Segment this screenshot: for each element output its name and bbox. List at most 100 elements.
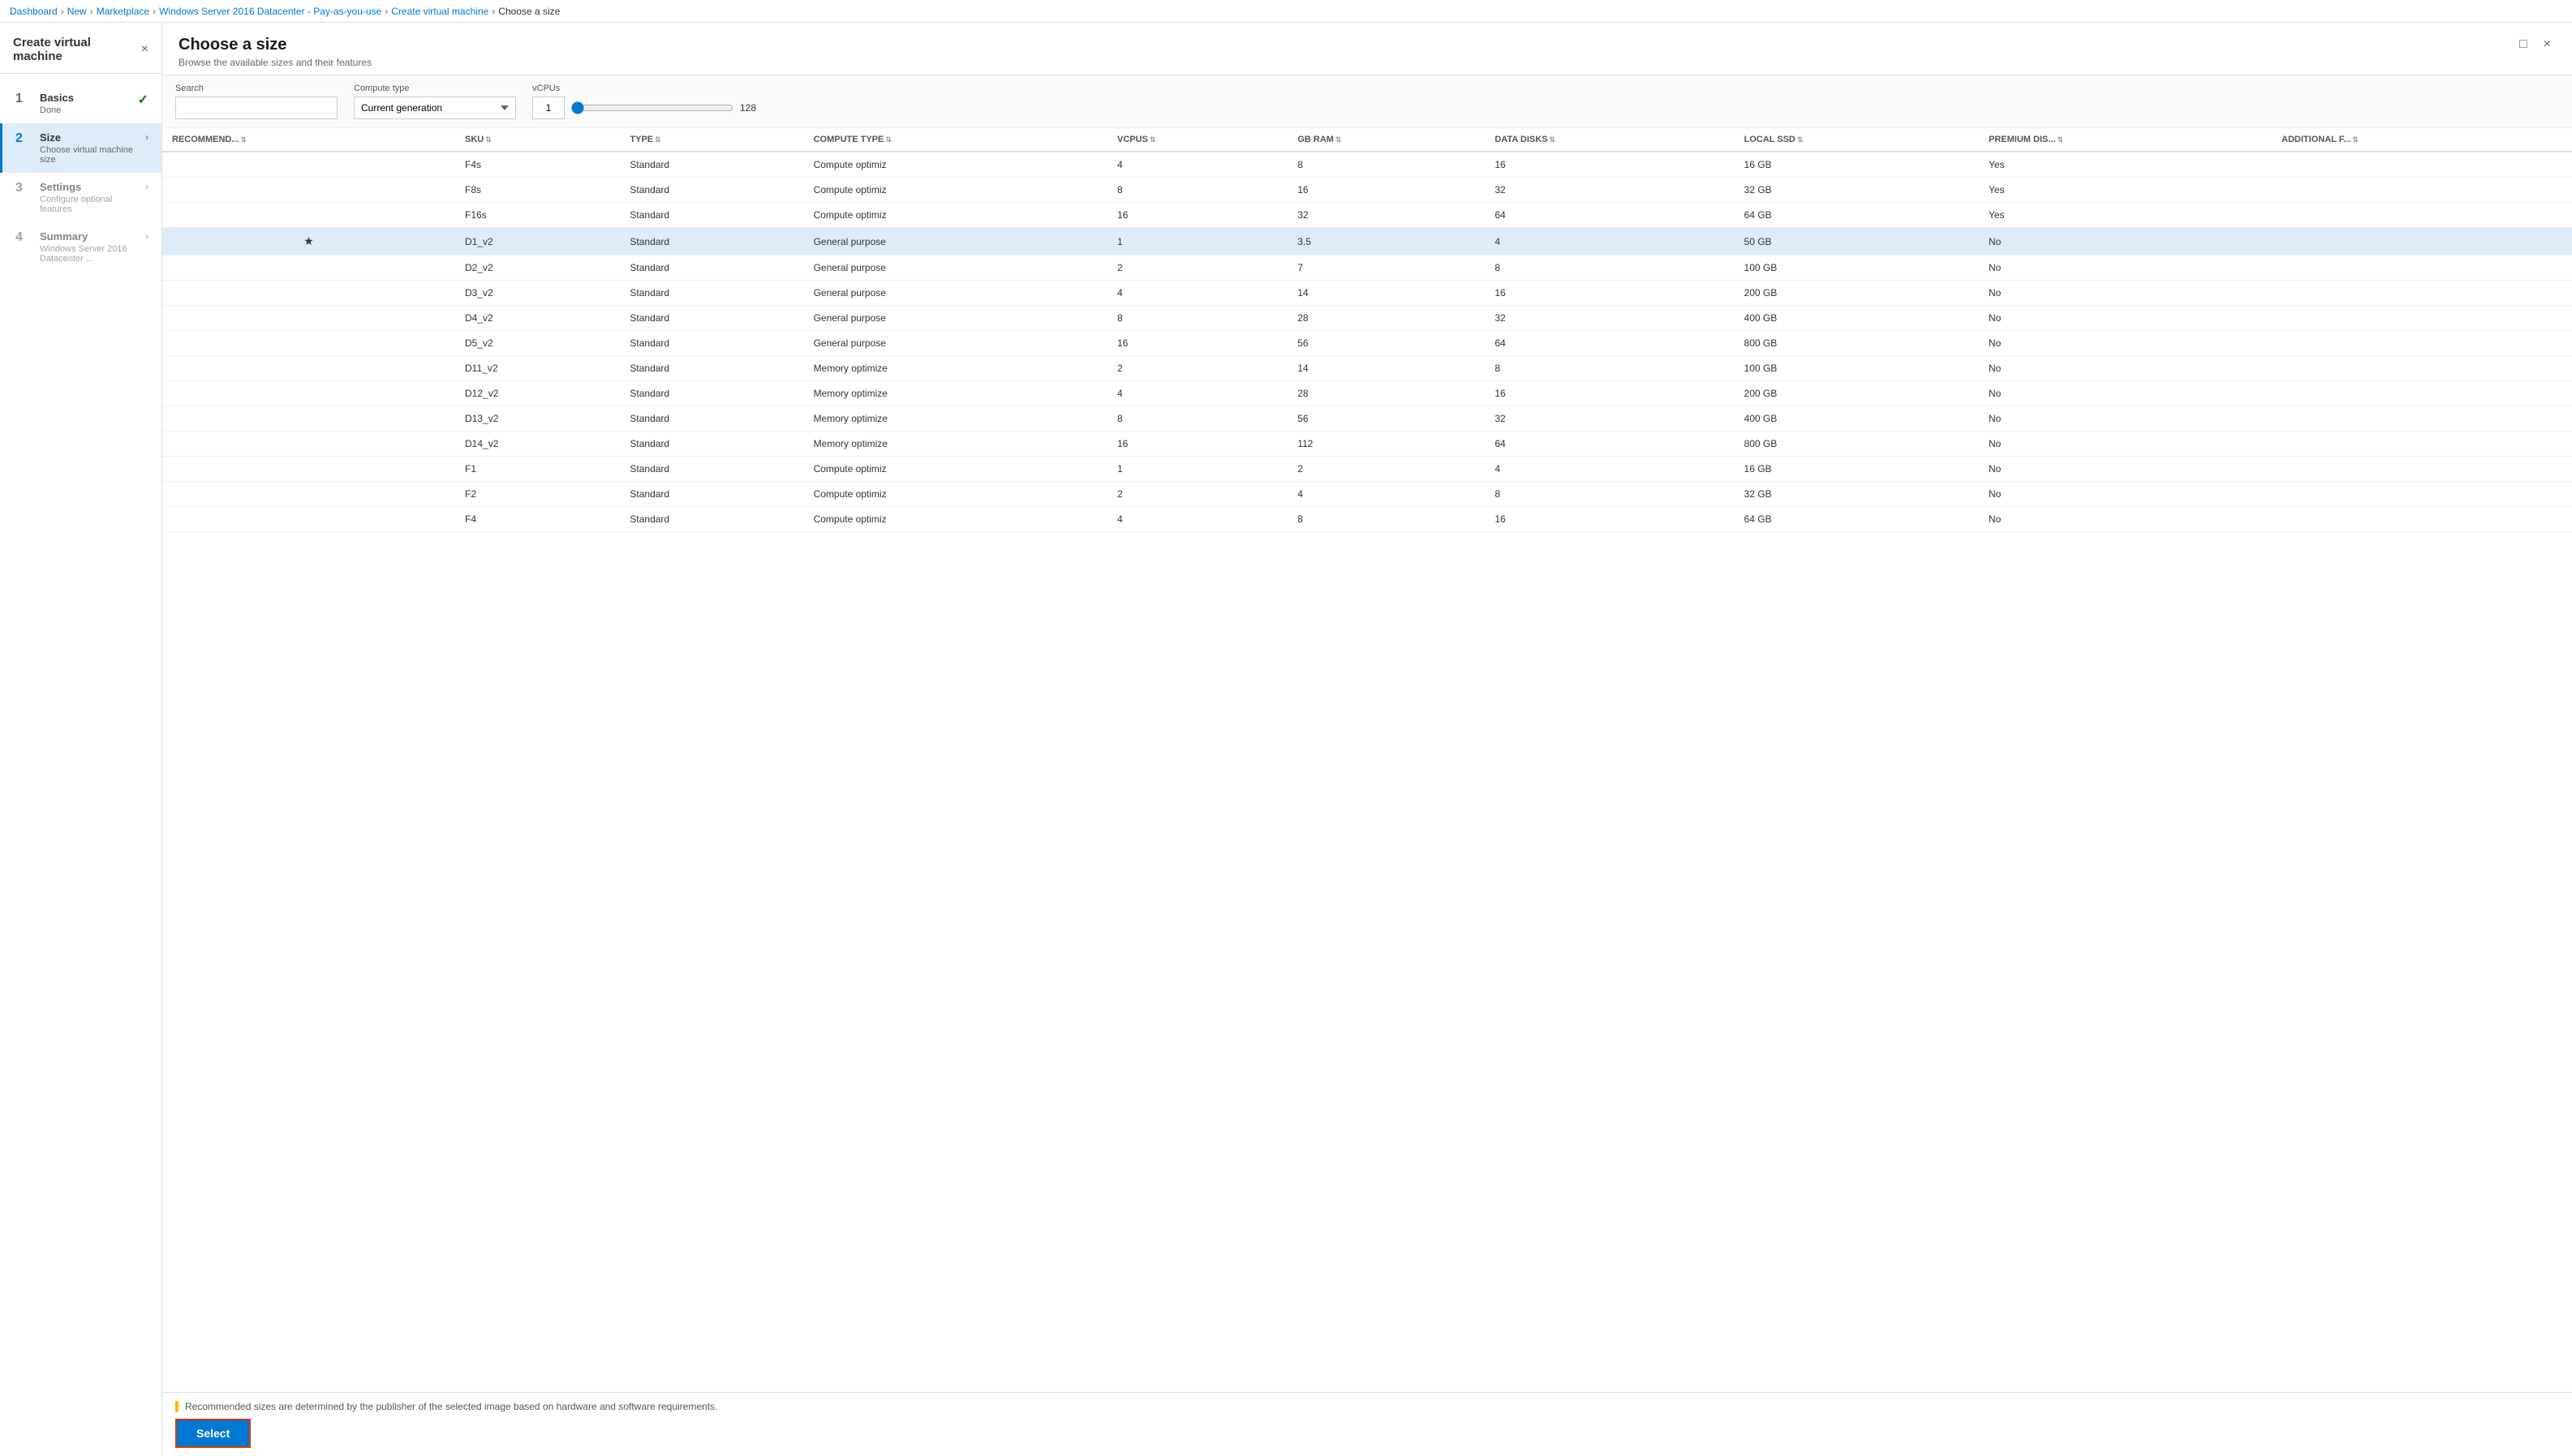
- cell-compute_type: Memory optimize: [804, 356, 1108, 381]
- cell-vcpus: 16: [1108, 203, 1288, 228]
- cell-data_disks: 8: [1485, 356, 1734, 381]
- cell-data_disks: 16: [1485, 507, 1734, 532]
- cell-local_ssd: 800 GB: [1735, 331, 1979, 356]
- step-1-title: Basics: [40, 92, 128, 104]
- breadcrumb-new[interactable]: New: [67, 6, 87, 17]
- table-row[interactable]: F8sStandardCompute optimiz8163232 GBYes: [162, 178, 2572, 203]
- cell-sku: D1_v2: [455, 228, 620, 256]
- cell-vcpus: 4: [1108, 281, 1288, 306]
- cell-gb_ram: 2: [1288, 457, 1485, 482]
- vcpu-slider[interactable]: [571, 101, 733, 114]
- cell-local_ssd: 800 GB: [1735, 432, 1979, 457]
- cell-additional_f: [2272, 432, 2572, 457]
- step-1-number: 1: [15, 92, 30, 106]
- col-recommended[interactable]: RECOMMEND...⇅: [162, 128, 455, 152]
- table-row[interactable]: D2_v2StandardGeneral purpose278100 GBNo: [162, 256, 2572, 281]
- table-row[interactable]: D12_v2StandardMemory optimize42816200 GB…: [162, 381, 2572, 406]
- table-row[interactable]: D13_v2StandardMemory optimize85632400 GB…: [162, 406, 2572, 432]
- table-row[interactable]: ★D1_v2StandardGeneral purpose13.5450 GBN…: [162, 228, 2572, 256]
- cell-type: Standard: [620, 203, 803, 228]
- cell-local_ssd: 64 GB: [1735, 507, 1979, 532]
- table-row[interactable]: F16sStandardCompute optimiz16326464 GBYe…: [162, 203, 2572, 228]
- step-2-number: 2: [15, 131, 30, 146]
- cell-local_ssd: 32 GB: [1735, 482, 1979, 507]
- breadcrumb-create-vm[interactable]: Create virtual machine: [391, 6, 488, 17]
- cell-compute_type: General purpose: [804, 281, 1108, 306]
- cell-gb_ram: 8: [1288, 507, 1485, 532]
- cell-additional_f: [2272, 256, 2572, 281]
- wizard-steps: 1 Basics Done ✓ 2 Size Choose virtual ma…: [0, 74, 161, 1456]
- step-3-title: Settings: [40, 181, 135, 193]
- table-row[interactable]: D4_v2StandardGeneral purpose82832400 GBN…: [162, 306, 2572, 331]
- col-data-disks[interactable]: DATA DISKS⇅: [1485, 128, 1734, 152]
- step-3-subtitle: Configure optional features: [40, 195, 135, 214]
- table-row[interactable]: D5_v2StandardGeneral purpose165664800 GB…: [162, 331, 2572, 356]
- cell-recommended: [162, 203, 455, 228]
- filter-bar: Search Compute type Current generation A…: [162, 75, 2572, 128]
- compute-type-select[interactable]: Current generation All generations: [354, 97, 516, 119]
- step-2-subtitle: Choose virtual machine size: [40, 145, 135, 165]
- breadcrumb-product[interactable]: Windows Server 2016 Datacenter - Pay-as-…: [159, 6, 381, 17]
- cell-type: Standard: [620, 432, 803, 457]
- wizard-step-summary[interactable]: 4 Summary Windows Server 2016 Datacenter…: [0, 222, 161, 272]
- col-compute-type[interactable]: COMPUTE TYPE⇅: [804, 128, 1108, 152]
- cell-premium_dis: Yes: [1979, 178, 2272, 203]
- cell-gb_ram: 14: [1288, 281, 1485, 306]
- breadcrumb-marketplace[interactable]: Marketplace: [97, 6, 149, 17]
- cell-sku: D5_v2: [455, 331, 620, 356]
- cell-premium_dis: No: [1979, 281, 2272, 306]
- vcpu-min-input[interactable]: [532, 97, 565, 119]
- wizard-panel: Create virtual machine × 1 Basics Done ✓…: [0, 23, 162, 1456]
- table-row[interactable]: F1StandardCompute optimiz12416 GBNo: [162, 457, 2572, 482]
- col-sku[interactable]: SKU⇅: [455, 128, 620, 152]
- table-row[interactable]: D11_v2StandardMemory optimize2148100 GBN…: [162, 356, 2572, 381]
- step-4-number: 4: [15, 230, 30, 245]
- col-premium-dis[interactable]: PREMIUM DIS...⇅: [1979, 128, 2272, 152]
- cell-additional_f: [2272, 203, 2572, 228]
- cell-sku: D3_v2: [455, 281, 620, 306]
- cell-premium_dis: No: [1979, 457, 2272, 482]
- col-vcpus[interactable]: VCPUS⇅: [1108, 128, 1288, 152]
- cell-vcpus: 2: [1108, 482, 1288, 507]
- cell-gb_ram: 8: [1288, 152, 1485, 178]
- breadcrumb-dashboard[interactable]: Dashboard: [10, 6, 58, 17]
- size-table: RECOMMEND...⇅ SKU⇅ TYPE⇅ COMPUTE TYPE⇅ V…: [162, 128, 2572, 532]
- cell-compute_type: Compute optimiz: [804, 203, 1108, 228]
- cell-recommended: [162, 457, 455, 482]
- cell-premium_dis: No: [1979, 228, 2272, 256]
- col-local-ssd[interactable]: LOCAL SSD⇅: [1735, 128, 1979, 152]
- table-row[interactable]: D14_v2StandardMemory optimize1611264800 …: [162, 432, 2572, 457]
- wizard-title: Create virtual machine: [13, 36, 141, 63]
- cell-gb_ram: 3.5: [1288, 228, 1485, 256]
- panel-title: Choose a size: [178, 36, 372, 54]
- cell-gb_ram: 16: [1288, 178, 1485, 203]
- wizard-step-size[interactable]: 2 Size Choose virtual machine size ›: [0, 123, 161, 173]
- col-gb-ram[interactable]: GB RAM⇅: [1288, 128, 1485, 152]
- cell-data_disks: 16: [1485, 381, 1734, 406]
- select-button[interactable]: Select: [175, 1419, 251, 1448]
- table-row[interactable]: F4StandardCompute optimiz481664 GBNo: [162, 507, 2572, 532]
- cell-type: Standard: [620, 457, 803, 482]
- cell-recommended: [162, 356, 455, 381]
- compute-type-group: Compute type Current generation All gene…: [354, 84, 516, 119]
- col-type[interactable]: TYPE⇅: [620, 128, 803, 152]
- col-additional-f[interactable]: ADDITIONAL F...⇅: [2272, 128, 2572, 152]
- cell-additional_f: [2272, 381, 2572, 406]
- table-row[interactable]: F2StandardCompute optimiz24832 GBNo: [162, 482, 2572, 507]
- cell-gb_ram: 56: [1288, 331, 1485, 356]
- cell-data_disks: 8: [1485, 256, 1734, 281]
- cell-type: Standard: [620, 281, 803, 306]
- minimize-button[interactable]: □: [2514, 36, 2532, 54]
- close-wizard-button[interactable]: ×: [141, 43, 148, 56]
- cell-recommended: [162, 306, 455, 331]
- cell-vcpus: 4: [1108, 507, 1288, 532]
- table-row[interactable]: D3_v2StandardGeneral purpose41416200 GBN…: [162, 281, 2572, 306]
- wizard-step-settings[interactable]: 3 Settings Configure optional features ›: [0, 173, 161, 222]
- search-input[interactable]: [175, 97, 338, 119]
- cell-data_disks: 64: [1485, 432, 1734, 457]
- cell-premium_dis: No: [1979, 256, 2272, 281]
- close-panel-button[interactable]: ×: [2539, 36, 2556, 54]
- panel-controls: □ ×: [2514, 36, 2556, 54]
- wizard-step-basics[interactable]: 1 Basics Done ✓: [0, 84, 161, 123]
- table-row[interactable]: F4sStandardCompute optimiz481616 GBYes: [162, 152, 2572, 178]
